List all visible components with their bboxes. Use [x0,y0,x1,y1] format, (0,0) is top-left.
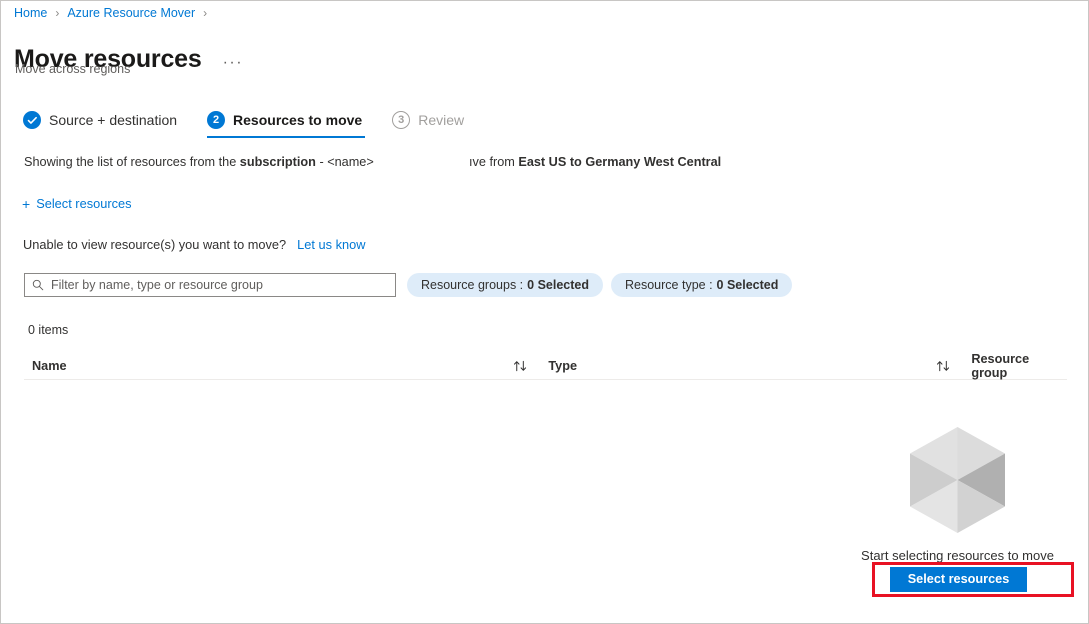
cube-icon [910,427,1005,533]
wizard-stepper: Source + destination 2 Resources to move… [23,111,494,138]
unable-to-view-notice: Unable to view resource(s) you want to m… [23,236,365,253]
empty-state: Start selecting resources to move [791,427,1088,565]
select-resources-command-label: Select resources [36,196,132,211]
more-options-icon[interactable]: ··· [220,54,246,70]
breadcrumb-separator-icon: › [203,6,208,20]
info-prefix: Showing the list of resources from the [24,155,240,169]
column-header-label: Name [32,359,67,373]
region-info-regions: East US to Germany West Central [518,155,722,169]
page-title-row: Move resources ··· [14,26,246,92]
column-header-label: Type [548,359,578,373]
table-header-row: Name Type Resource group [24,352,1067,380]
tab-label: Review [418,112,465,128]
column-header-resource-group[interactable]: Resource group [963,352,1067,380]
filter-pill-label: Resource groups : [421,278,524,292]
plus-icon: + [22,195,31,212]
highlight-annotation: Select resources [872,562,1074,597]
filter-pill-label: Resource type : [625,278,713,292]
tab-review[interactable]: 3 Review [392,111,464,138]
search-icon [32,279,44,291]
breadcrumb: Home › Azure Resource Mover › [14,4,215,22]
sort-icon[interactable] [513,360,528,372]
subscription-info-text: Showing the list of resources from the s… [24,154,374,171]
filter-search-box[interactable] [24,273,396,297]
filter-pill-resource-type[interactable]: Resource type :0 Selected [611,273,793,297]
breadcrumb-separator-icon: › [55,6,60,20]
column-header-type[interactable]: Type [540,353,963,379]
tab-source-destination[interactable]: Source + destination [23,111,177,138]
page-subtitle: Move across regions [15,62,131,76]
items-count-label: 0 items [28,323,69,337]
breadcrumb-item-azure-resource-mover[interactable]: Azure Resource Mover [67,4,195,22]
select-resources-command[interactable]: + Select resources [22,195,132,212]
step-number-badge: 2 [207,111,226,129]
azure-portal-blade: Home › Azure Resource Mover › Move resou… [0,0,1089,624]
search-input[interactable] [51,278,388,292]
info-suffix: - <name> [315,155,374,169]
tab-label: Source + destination [49,112,178,128]
tab-resources-to-move[interactable]: 2 Resources to move [207,111,366,138]
filter-pill-value: 0 Selected [716,278,779,292]
let-us-know-link[interactable]: Let us know [297,237,365,252]
info-subscription-label: subscription [239,155,316,169]
resources-table: Name Type Resource group [24,352,1067,380]
step-number-badge: 3 [392,111,411,129]
region-info-text: ıve from East US to Germany West Central [469,154,721,171]
sort-icon[interactable] [936,360,951,372]
filter-pill-resource-groups[interactable]: Resource groups :0 Selected [407,273,603,297]
unable-to-view-text: Unable to view resource(s) you want to m… [23,237,287,252]
column-header-name[interactable]: Name [24,353,540,379]
column-header-label: Resource group [971,352,1030,380]
select-resources-button[interactable]: Select resources [890,567,1027,592]
breadcrumb-item-home[interactable]: Home [14,4,47,22]
tab-label: Resources to move [233,112,363,128]
filter-pill-value: 0 Selected [527,278,589,292]
check-circle-icon [23,111,41,129]
region-info-prefix: ıve from [469,155,519,169]
